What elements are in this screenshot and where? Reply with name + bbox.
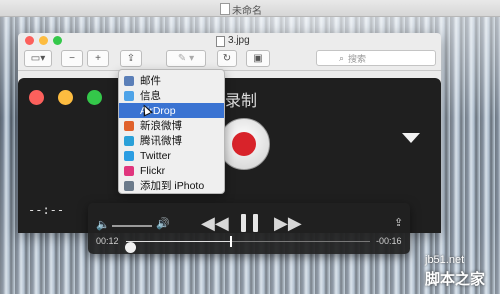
rotate-icon: ↻ <box>222 53 232 64</box>
zoom-out-button[interactable]: − <box>61 50 83 67</box>
options-dropdown-icon[interactable] <box>402 133 420 143</box>
pen-icon: ✎ ▾ <box>177 53 195 64</box>
recorder-zoom-icon[interactable] <box>87 90 102 105</box>
share-menu-item-label: Flickr <box>140 164 166 177</box>
sidebar-toggle-button[interactable]: ▭▾ <box>24 50 52 67</box>
scrubber-playhead[interactable] <box>229 236 232 247</box>
search-icon: ⌕ <box>339 52 345 63</box>
share-menu-item[interactable]: 新浪微博 <box>119 118 224 133</box>
record-button[interactable] <box>218 118 270 170</box>
share-menu-item[interactable]: Twitter <box>119 148 224 163</box>
toolbox-button[interactable]: ▣ <box>246 50 270 67</box>
record-dot-icon <box>232 132 256 156</box>
elapsed-time: 00:12 <box>96 236 119 246</box>
remaining-time: -00:16 <box>376 236 402 246</box>
pause-icon-bar[interactable] <box>253 214 258 232</box>
volume-knob[interactable] <box>125 242 136 253</box>
share-menu-item[interactable]: 添加到 iPhoto <box>119 178 224 193</box>
volume-slider[interactable] <box>112 225 152 253</box>
iphoto-icon <box>124 180 134 191</box>
mail-icon <box>124 75 134 86</box>
watermark-url: jb51.net <box>425 254 465 266</box>
share-menu-item[interactable]: 邮件 <box>119 73 224 88</box>
rewind-icon[interactable]: ◀◀ <box>201 213 229 234</box>
recording-time: --:-- <box>28 203 65 217</box>
toolbox-icon: ▣ <box>253 53 263 64</box>
messages-icon <box>124 90 134 101</box>
top-window-titlebar: 未命名 <box>0 0 500 17</box>
preview-titlebar: 3.jpg <box>18 33 441 48</box>
share-menu-item[interactable]: AirDrop <box>119 103 224 118</box>
volume-max-icon[interactable]: 🔊 <box>156 217 170 230</box>
recorder-minimize-icon[interactable] <box>58 90 73 105</box>
jpg-file-icon <box>216 36 225 47</box>
recorder-title: 录制 <box>225 93 258 110</box>
twitter-icon <box>124 150 134 161</box>
share-menu-item[interactable]: 信息 <box>119 88 224 103</box>
playback-controls: 🔈 🔊 ◀◀ ▶▶ ⇪ 00:12 -00:16 <box>88 203 410 254</box>
zoom-in-button[interactable]: + <box>87 50 109 67</box>
share-menu-item-label: 新浪微博 <box>140 120 182 132</box>
preview-toolbar: ▭▾ − + ⇪ ✎ ▾ ↻ ▣ ⌕ 搜索 <box>18 48 441 71</box>
share-icon: ⇪ <box>126 53 136 64</box>
sidebar-icon: ▭▾ <box>30 53 46 64</box>
preview-title: 3.jpg <box>228 35 250 46</box>
share-icon-hud[interactable]: ⇪ <box>394 216 403 229</box>
zoom-icon[interactable] <box>53 36 62 45</box>
share-menu-item-label: 邮件 <box>140 75 161 87</box>
share-button[interactable]: ⇪ <box>120 50 142 67</box>
scrubber[interactable] <box>126 236 370 247</box>
top-window-title: 未命名 <box>232 6 262 17</box>
tencent-weibo-icon <box>124 135 134 146</box>
share-menu-item-label: 腾讯微博 <box>140 135 182 147</box>
document-icon <box>220 3 230 15</box>
share-menu-item-label: 信息 <box>140 90 161 102</box>
watermark-logo: 脚本之家 <box>425 271 486 288</box>
flickr-icon <box>124 165 134 176</box>
pause-icon[interactable] <box>241 214 246 232</box>
markup-button[interactable]: ✎ ▾ <box>166 50 206 67</box>
rotate-button[interactable]: ↻ <box>217 50 237 67</box>
airdrop-icon <box>124 105 134 116</box>
volume-mute-icon[interactable]: 🔈 <box>96 218 110 231</box>
zoom-out-icon: − <box>69 53 75 64</box>
recorder-close-icon[interactable] <box>29 90 44 105</box>
search-placeholder: 搜索 <box>348 53 367 64</box>
sina-weibo-icon <box>124 120 134 131</box>
share-menu-item[interactable]: 腾讯微博 <box>119 133 224 148</box>
share-menu: 邮件信息 AirDrop 新浪微博腾讯微博 Twitter Flickr 添加到 iPho… <box>118 69 225 194</box>
zoom-in-icon: + <box>95 53 101 64</box>
scrubber-progress <box>126 241 231 242</box>
share-menu-item-label: Twitter <box>140 149 171 162</box>
share-menu-item-label: 添加到 iPhoto <box>140 180 205 192</box>
search-input[interactable]: ⌕ 搜索 <box>316 50 436 66</box>
share-menu-item[interactable]: Flickr <box>119 163 224 178</box>
minimize-icon[interactable] <box>39 36 48 45</box>
close-icon[interactable] <box>25 36 34 45</box>
fast-forward-icon[interactable]: ▶▶ <box>274 213 302 234</box>
